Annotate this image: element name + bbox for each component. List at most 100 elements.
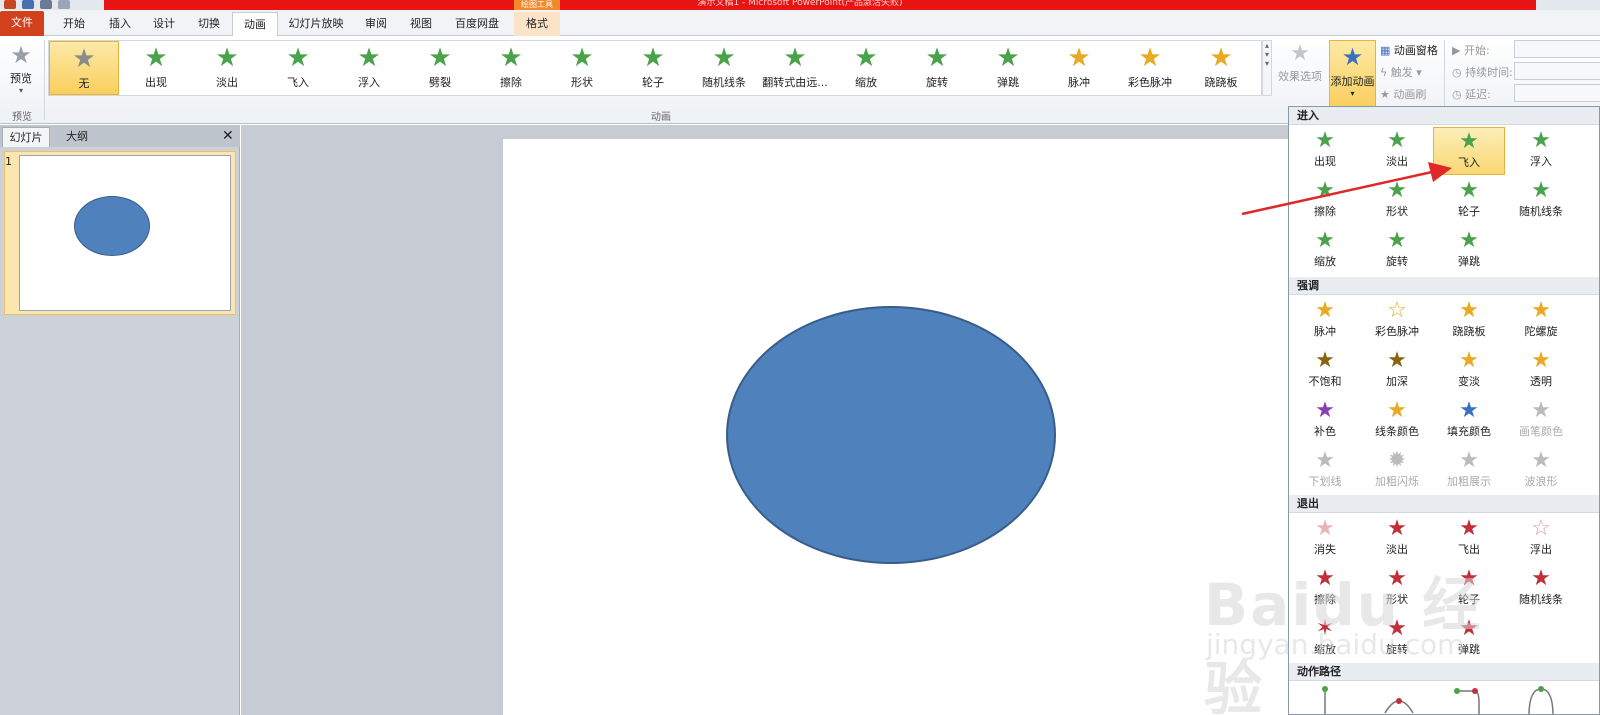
chevron-down-icon: ▾ <box>18 86 23 95</box>
section-emphasis: 强调 <box>1289 277 1599 295</box>
star-green-icon: ★ <box>712 43 736 73</box>
entrance-item[interactable]: ★ 轮子 <box>1433 177 1505 225</box>
gallery-item-swivel[interactable]: ★ 旋转 <box>902 41 972 95</box>
exit-item[interactable]: ★ 弹跳 <box>1433 615 1505 663</box>
star-blue-icon: ★ <box>1459 398 1479 423</box>
gallery-item-none[interactable]: ★ 无 <box>49 41 119 95</box>
tab-format[interactable]: 格式 <box>514 12 560 36</box>
trigger-button[interactable]: ϟ 触发 ▾ <box>1380 64 1422 80</box>
entrance-item[interactable]: ★ 随机线条 <box>1505 177 1577 225</box>
exit-item[interactable]: ☆ 浮出 <box>1505 515 1577 563</box>
entrance-item[interactable]: ★ 擦除 <box>1289 177 1361 225</box>
tab-transitions[interactable]: 切换 <box>186 12 232 36</box>
add-animation-dropdown: 进入 ★ 出现 ★ 淡出 ★ 飞入 ★ 浮入 ★ 擦除 ★ 形状 ★ 轮子 ★ 随机线条 ★ 缩放… <box>1288 106 1600 715</box>
star-gold-icon: ★ <box>1209 43 1233 73</box>
gallery-item-label: 翻转式由远... <box>762 76 828 89</box>
exit-item[interactable]: ★ 消失 <box>1289 515 1361 563</box>
gallery-item-teeter[interactable]: ★ 跷跷板 <box>1186 41 1256 95</box>
emphasis-item-disabled: ★ 加粗展示 <box>1433 447 1505 495</box>
gallery-item-random-bars[interactable]: ★ 随机线条 <box>689 41 759 95</box>
gallery-item-split[interactable]: ★ 劈裂 <box>405 41 475 95</box>
gallery-item-wipe[interactable]: ★ 擦除 <box>476 41 546 95</box>
gallery-item-grow-turn[interactable]: ★ 翻转式由远... <box>760 41 830 95</box>
star-gold-icon: ★ <box>1531 348 1551 373</box>
exit-item[interactable]: ★ 形状 <box>1361 565 1433 613</box>
emphasis-item[interactable]: ★ 变淡 <box>1433 347 1505 395</box>
gallery-item-label: 脉冲 <box>1068 76 1090 89</box>
gallery-item-wheel[interactable]: ★ 轮子 <box>618 41 688 95</box>
item-label: 填充颜色 <box>1447 425 1491 438</box>
star-red-icon: ★ <box>1387 516 1407 541</box>
gallery-item-label: 形状 <box>571 76 593 89</box>
tab-review[interactable]: 审阅 <box>356 12 396 36</box>
gallery-item-fly-in[interactable]: ★ 飞入 <box>263 41 333 95</box>
emphasis-item[interactable]: ★ 不饱和 <box>1289 347 1361 395</box>
emphasis-item[interactable]: ☆ 彩色脉冲 <box>1361 297 1433 345</box>
star-gold-icon: ★ <box>1531 298 1551 323</box>
entrance-item[interactable]: ★ 浮入 <box>1505 127 1577 175</box>
tab-outline[interactable]: 大纲 <box>52 127 102 147</box>
item-label: 加深 <box>1386 375 1408 388</box>
tab-file[interactable]: 文件 <box>0 11 44 36</box>
tab-home[interactable]: 开始 <box>52 12 96 36</box>
oval-shape[interactable] <box>726 306 1056 564</box>
animation-painter-button[interactable]: ★ 动画刷 <box>1380 86 1426 102</box>
exit-item[interactable]: ★ 随机线条 <box>1505 565 1577 613</box>
gallery-item-zoom[interactable]: ★ 缩放 <box>831 41 901 95</box>
slide-thumbnail[interactable] <box>19 155 231 311</box>
effect-options-button[interactable]: ★ 效果选项 <box>1276 40 1324 84</box>
exit-item[interactable]: ★ 轮子 <box>1433 565 1505 613</box>
tab-design[interactable]: 设计 <box>142 12 186 36</box>
star-green-icon: ★ <box>1387 228 1407 253</box>
star-green-icon: ★ <box>1531 178 1551 203</box>
entrance-item[interactable]: ★ 出现 <box>1289 127 1361 175</box>
starburst-gray-icon: ✹ <box>1387 448 1407 473</box>
entrance-item[interactable]: ★ 形状 <box>1361 177 1433 225</box>
tab-slideshow[interactable]: 幻灯片放映 <box>280 12 352 36</box>
exit-item[interactable]: ★ 旋转 <box>1361 615 1433 663</box>
gallery-item-pulse[interactable]: ★ 脉冲 <box>1044 41 1114 95</box>
entrance-item[interactable]: ★ 淡出 <box>1361 127 1433 175</box>
tab-insert[interactable]: 插入 <box>98 12 142 36</box>
exit-item[interactable]: ✶ 缩放 <box>1289 615 1361 663</box>
entrance-item[interactable]: ★ 旋转 <box>1361 227 1433 275</box>
tab-animations[interactable]: 动画 <box>232 12 278 36</box>
emphasis-item[interactable]: ★ 透明 <box>1505 347 1577 395</box>
gallery-item-appear[interactable]: ★ 出现 <box>121 41 191 95</box>
emphasis-item[interactable]: ★ 陀螺旋 <box>1505 297 1577 345</box>
add-animation-button[interactable]: ★ 添加动画 ▾ <box>1329 40 1376 108</box>
start-label: ▶ 开始: <box>1452 42 1490 58</box>
exit-item[interactable]: ★ 淡出 <box>1361 515 1433 563</box>
gallery-scrollbar[interactable]: ▴ ▾ ▾ <box>1262 40 1272 96</box>
close-icon[interactable]: ✕ <box>222 127 234 145</box>
preview-button[interactable]: ★ 预览 ▾ <box>2 40 40 98</box>
gallery-item-shape[interactable]: ★ 形状 <box>547 41 617 95</box>
start-select[interactable] <box>1514 40 1600 58</box>
emphasis-item[interactable]: ★ 跷跷板 <box>1433 297 1505 345</box>
delay-input[interactable] <box>1514 84 1600 102</box>
entrance-item-fly-in[interactable]: ★ 飞入 <box>1433 127 1505 175</box>
emphasis-item[interactable]: ★ 填充颜色 <box>1433 397 1505 445</box>
gallery-item-float-in[interactable]: ★ 浮入 <box>334 41 404 95</box>
item-label: 脉冲 <box>1314 325 1336 338</box>
emphasis-item[interactable]: ★ 加深 <box>1361 347 1433 395</box>
emphasis-item[interactable]: ★ 脉冲 <box>1289 297 1361 345</box>
tab-slides[interactable]: 幻灯片 <box>2 127 50 147</box>
tab-baidu-netdisk[interactable]: 百度网盘 <box>446 12 508 36</box>
exit-item[interactable]: ★ 飞出 <box>1433 515 1505 563</box>
gallery-item-color-pulse[interactable]: ★ 彩色脉冲 <box>1115 41 1185 95</box>
entrance-item[interactable]: ★ 弹跳 <box>1433 227 1505 275</box>
item-label: 加粗闪烁 <box>1375 475 1419 488</box>
emphasis-item[interactable]: ★ 补色 <box>1289 397 1361 445</box>
animation-pane-button[interactable]: ▦ 动画窗格 <box>1380 42 1438 58</box>
trigger-label: 触发 <box>1390 66 1413 79</box>
tab-view[interactable]: 视图 <box>400 12 442 36</box>
entrance-item[interactable]: ★ 缩放 <box>1289 227 1361 275</box>
exit-item[interactable]: ★ 擦除 <box>1289 565 1361 613</box>
gallery-item-bounce[interactable]: ★ 弹跳 <box>973 41 1043 95</box>
duration-input[interactable] <box>1514 62 1600 80</box>
item-label: 补色 <box>1314 425 1336 438</box>
emphasis-item[interactable]: ★ 线条颜色 <box>1361 397 1433 445</box>
motion-path-icons[interactable] <box>1289 683 1600 715</box>
gallery-item-fade[interactable]: ★ 淡出 <box>192 41 262 95</box>
